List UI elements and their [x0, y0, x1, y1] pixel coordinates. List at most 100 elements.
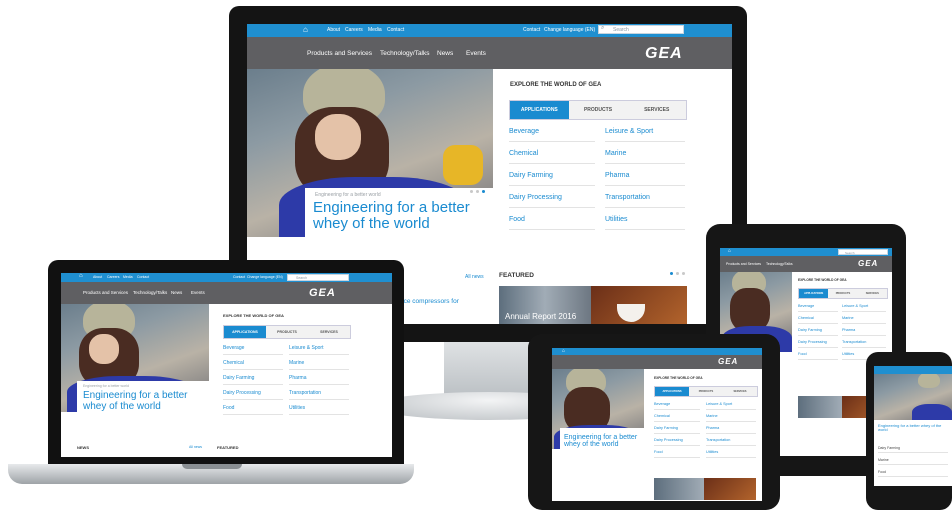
laptop-language-link[interactable]: Change language (EN)	[247, 275, 283, 279]
phone-app-marine[interactable]: Marine	[878, 458, 948, 465]
app-link-transportation[interactable]: Transportation	[605, 194, 685, 208]
phone-hero-title[interactable]: Engineering for a better whey of the wor…	[878, 423, 948, 432]
tablet-home-icon[interactable]: ⌂	[728, 248, 731, 254]
laptop-topbar-careers[interactable]: Careers	[107, 275, 119, 279]
tab-products[interactable]: PRODUCTS	[568, 101, 628, 119]
laptop-app-utilities[interactable]: Utilities	[289, 405, 349, 415]
tab-applications[interactable]: APPLICATIONS	[510, 101, 569, 119]
tablet-tab-services[interactable]: SERVICES	[857, 289, 887, 298]
laptop-topbar-about[interactable]: About	[93, 275, 102, 279]
search-input[interactable]: Search	[598, 25, 684, 34]
laptop-all-news-link[interactable]: All news	[189, 445, 202, 449]
laptop-app-chemical[interactable]: Chemical	[223, 360, 283, 370]
app-link-chemical[interactable]: Chemical	[509, 150, 595, 164]
laptop-app-leisure-sport[interactable]: Leisure & Sport	[289, 345, 349, 355]
gea-logo[interactable]: GEA	[645, 45, 683, 63]
tablet2-home-icon[interactable]: ⌂	[562, 348, 565, 354]
hero-title[interactable]: Engineering for a better whey of the wor…	[313, 200, 489, 232]
tablet2-tab-applications[interactable]: APPLICATIONS	[655, 387, 689, 396]
tablet-app-dairy-processing[interactable]: Dairy Processing	[798, 340, 838, 348]
tablet2-app-chemical[interactable]: Chemical	[654, 414, 700, 422]
tablet2-app-leisure-sport[interactable]: Leisure & Sport	[706, 402, 756, 410]
tablet2-app-dairy-farming[interactable]: Dairy Farming	[654, 426, 700, 434]
tablet2-tab-products[interactable]: PRODUCTS	[689, 387, 723, 396]
app-link-pharma[interactable]: Pharma	[605, 172, 685, 186]
laptop-app-marine[interactable]: Marine	[289, 360, 349, 370]
phone-app-food[interactable]: Food	[878, 470, 948, 477]
tablet-app-food[interactable]: Food	[798, 352, 838, 360]
tablet-tab-applications[interactable]: APPLICATIONS	[799, 289, 829, 298]
annual-report-thumbnail[interactable]: Annual Report 2016	[499, 286, 591, 324]
laptop-search-input[interactable]: Search	[287, 274, 349, 281]
tablet-search-input[interactable]: Search	[838, 249, 888, 255]
laptop-nav-technology[interactable]: Technology/Talks	[133, 290, 167, 295]
tablet2-featured-thumbnail-1[interactable]	[654, 478, 704, 500]
tablet-app-pharma[interactable]: Pharma	[842, 328, 886, 336]
tablet-app-marine[interactable]: Marine	[842, 316, 886, 324]
tablet2-app-transportation[interactable]: Transportation	[706, 438, 756, 446]
app-link-marine[interactable]: Marine	[605, 150, 685, 164]
laptop-contact-link[interactable]: Contact	[233, 275, 245, 279]
contact-link[interactable]: Contact	[523, 27, 540, 33]
nav-products-services[interactable]: Products and Services	[307, 50, 372, 57]
topbar-link-about[interactable]: About	[327, 27, 340, 33]
laptop-home-icon[interactable]: ⌂	[79, 273, 83, 279]
laptop-nav-news[interactable]: News	[171, 290, 182, 295]
laptop-tab-products[interactable]: PRODUCTS	[266, 326, 308, 338]
tablet-app-transportation[interactable]: Transportation	[842, 340, 886, 348]
app-link-food[interactable]: Food	[509, 216, 595, 230]
topbar-link-media[interactable]: Media	[368, 27, 382, 33]
topbar-link-contact[interactable]: Contact	[387, 27, 404, 33]
nav-news[interactable]: News	[437, 50, 453, 57]
laptop-app-pharma[interactable]: Pharma	[289, 375, 349, 385]
change-language-link[interactable]: Change language (EN)	[544, 27, 595, 33]
tablet2-hero-title[interactable]: Engineering for a better whey of the wor…	[564, 434, 644, 449]
app-link-dairy-processing[interactable]: Dairy Processing	[509, 194, 595, 208]
laptop-topbar-contact[interactable]: Contact	[137, 275, 149, 279]
laptop-tab-applications[interactable]: APPLICATIONS	[224, 326, 266, 338]
tablet-nav-products[interactable]: Products and Services	[726, 262, 761, 266]
tablet-tab-products[interactable]: PRODUCTS	[828, 289, 858, 298]
tablet2-app-dairy-processing[interactable]: Dairy Processing	[654, 438, 700, 446]
tablet-gea-logo[interactable]: GEA	[858, 259, 878, 268]
tablet-app-beverage[interactable]: Beverage	[798, 304, 838, 312]
laptop-app-food[interactable]: Food	[223, 405, 283, 415]
featured-thumbnail-2[interactable]	[591, 286, 687, 324]
app-link-dairy-farming[interactable]: Dairy Farming	[509, 172, 595, 186]
phone-app-dairy-farming[interactable]: Dairy Farming	[878, 446, 948, 453]
laptop-nav-products[interactable]: Products and Services	[83, 290, 128, 295]
featured-pager[interactable]	[667, 272, 685, 275]
tablet-app-dairy-farming[interactable]: Dairy Farming	[798, 328, 838, 336]
tablet-featured-thumbnail-1[interactable]	[798, 396, 842, 418]
tablet2-gea-logo[interactable]: GEA	[718, 357, 738, 366]
all-news-link[interactable]: All news	[465, 274, 484, 280]
laptop-app-dairy-farming[interactable]: Dairy Farming	[223, 375, 283, 385]
tablet2-app-marine[interactable]: Marine	[706, 414, 756, 422]
tablet2-app-pharma[interactable]: Pharma	[706, 426, 756, 434]
laptop-topbar-media[interactable]: Media	[123, 275, 133, 279]
tab-services[interactable]: SERVICES	[627, 101, 687, 119]
tablet2-featured-thumbnail-2[interactable]	[704, 478, 756, 500]
laptop-app-transportation[interactable]: Transportation	[289, 390, 349, 400]
topbar-link-careers[interactable]: Careers	[345, 27, 363, 33]
home-icon[interactable]: ⌂	[303, 25, 308, 34]
tablet2-app-beverage[interactable]: Beverage	[654, 402, 700, 410]
laptop-nav-events[interactable]: Events	[191, 290, 205, 295]
laptop-hero-title[interactable]: Engineering for a better whey of the wor…	[83, 390, 207, 412]
tablet-app-chemical[interactable]: Chemical	[798, 316, 838, 324]
laptop-tab-services[interactable]: SERVICES	[308, 326, 350, 338]
hero-pager[interactable]	[467, 190, 485, 193]
laptop-app-dairy-processing[interactable]: Dairy Processing	[223, 390, 283, 400]
tablet2-tab-services[interactable]: SERVICES	[723, 387, 757, 396]
app-link-utilities[interactable]: Utilities	[605, 216, 685, 230]
tablet-nav-technology[interactable]: Technology/Talks	[766, 262, 793, 266]
nav-technology[interactable]: Technology/Talks	[380, 50, 430, 57]
tablet-app-leisure-sport[interactable]: Leisure & Sport	[842, 304, 886, 312]
laptop-app-beverage[interactable]: Beverage	[223, 345, 283, 355]
tablet2-app-utilities[interactable]: Utilities	[706, 450, 756, 458]
app-link-leisure-sport[interactable]: Leisure & Sport	[605, 128, 685, 142]
nav-events[interactable]: Events	[466, 50, 486, 57]
app-link-beverage[interactable]: Beverage	[509, 128, 595, 142]
tablet2-app-food[interactable]: Food	[654, 450, 700, 458]
laptop-gea-logo[interactable]: GEA	[309, 287, 336, 299]
